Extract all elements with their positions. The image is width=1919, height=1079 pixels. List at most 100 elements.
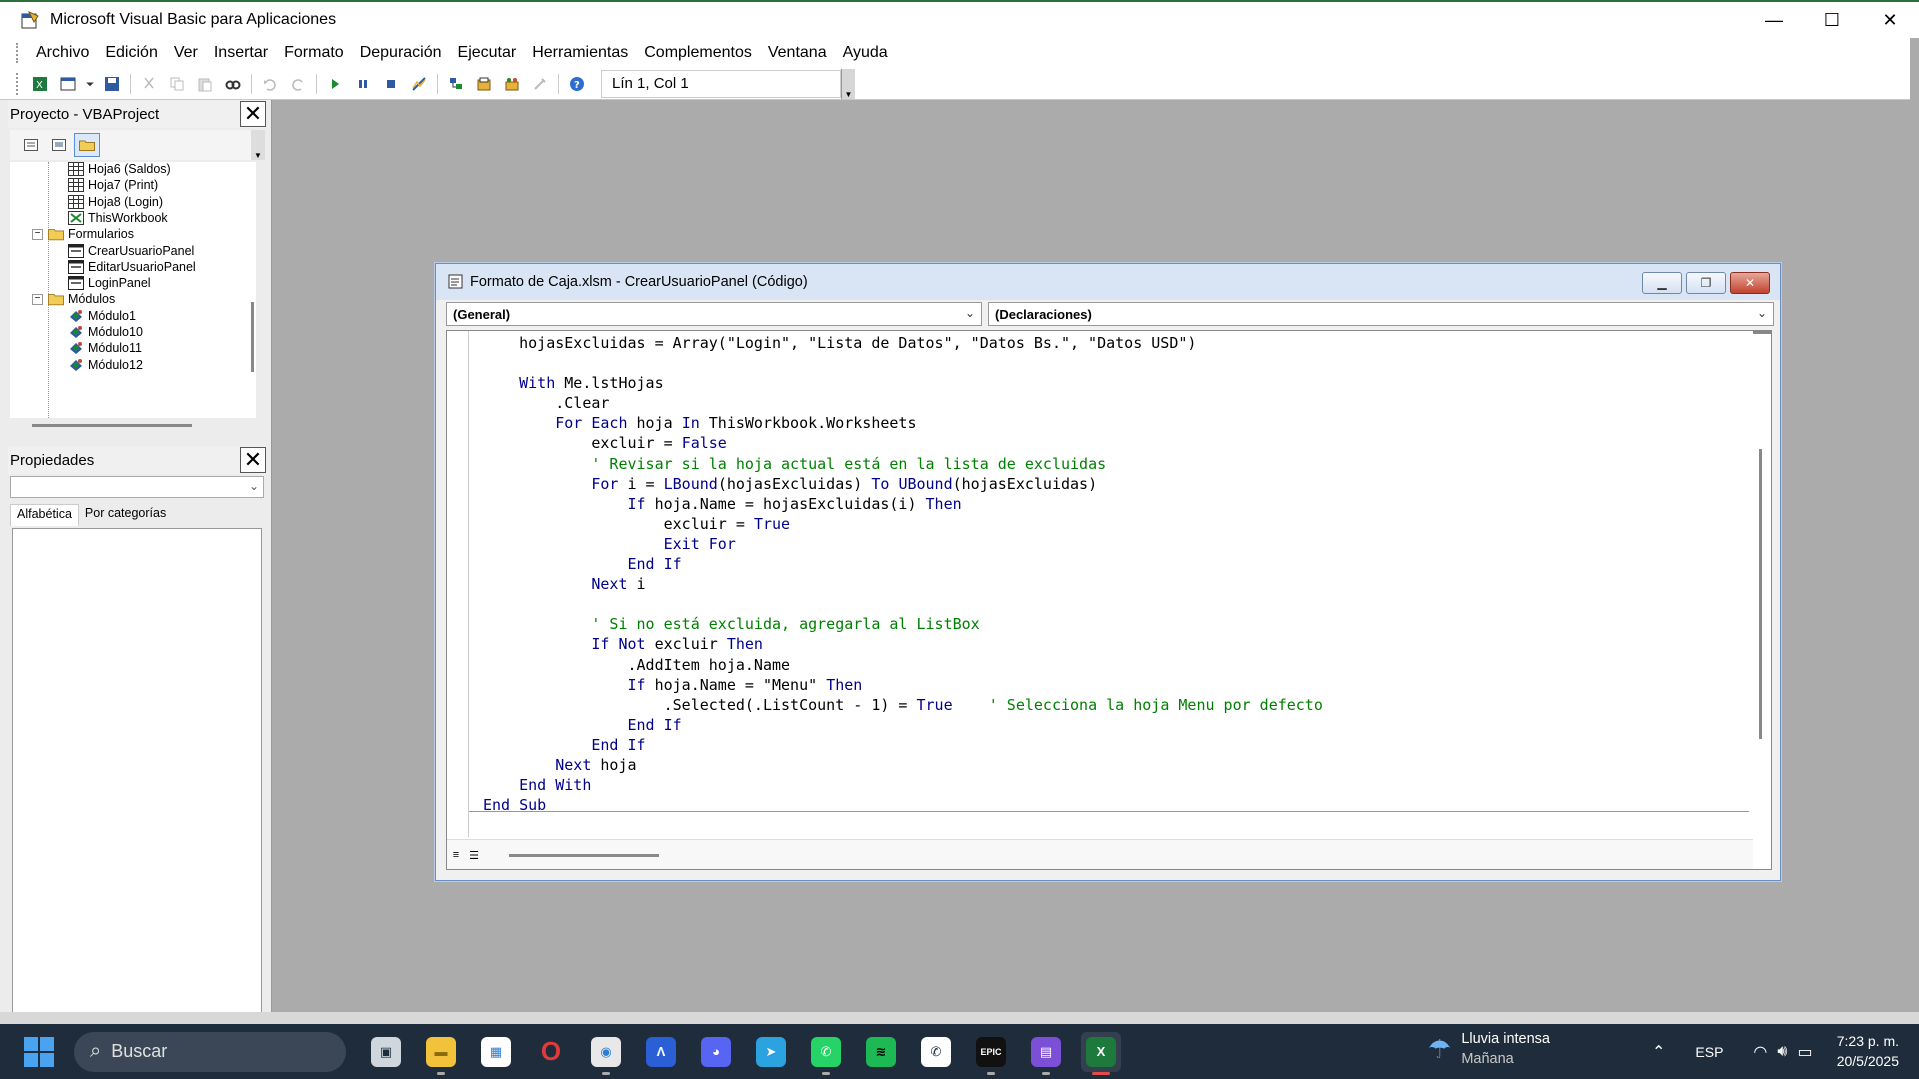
procedure-combo[interactable]: (Declaraciones) ⌄ [988, 302, 1774, 326]
close-button[interactable]: ✕ [1861, 2, 1919, 38]
menu-edicion[interactable]: Edición [97, 44, 165, 62]
menu-ayuda[interactable]: Ayuda [835, 44, 896, 62]
folder-icon [48, 227, 64, 241]
view-object-icon[interactable] [46, 133, 72, 157]
project-tree[interactable]: Hoja6 (Saldos) Hoja7 (Print) Hoja8 (Login)… [10, 162, 250, 418]
find-icon[interactable] [221, 72, 245, 96]
menu-depuracion[interactable]: Depuración [352, 44, 450, 62]
tree-node-label: Módulo11 [88, 341, 142, 356]
umbrella-icon: ☂ [1428, 1033, 1452, 1064]
toolbar-grip[interactable] [16, 72, 20, 95]
taskbar-app[interactable]: ▬ [421, 1032, 461, 1075]
run-icon[interactable] [323, 72, 347, 96]
taskbar-app[interactable]: ◕ [696, 1032, 736, 1072]
save-icon[interactable] [100, 72, 124, 96]
redo-icon[interactable] [286, 72, 310, 96]
break-icon[interactable] [351, 72, 375, 96]
chevron-down-icon: ⌄ [248, 479, 259, 493]
code-keyword: True [916, 695, 953, 714]
clock[interactable]: 7:23 p. m. 20/5/2025 [1837, 1031, 1899, 1071]
object-browser-icon[interactable] [500, 72, 524, 96]
tree-node[interactable]: Módulo12 [68, 355, 143, 375]
project-explorer-icon[interactable] [444, 72, 468, 96]
code-text[interactable]: hojasExcluidas = Array("Login", "Lista d… [483, 333, 1323, 815]
collapse-icon[interactable]: − [32, 293, 43, 305]
menu-herramientas[interactable]: Herramientas [524, 44, 636, 62]
view-excel-icon[interactable]: X [28, 72, 52, 96]
toggle-folders-icon[interactable] [74, 133, 100, 157]
collapse-icon[interactable]: − [32, 228, 43, 240]
insert-userform-icon[interactable] [56, 72, 80, 96]
taskbar-app[interactable]: ✆ [806, 1032, 846, 1075]
menu-complementos[interactable]: Complementos [636, 44, 760, 62]
chevron-up-icon[interactable]: ⌃ [1652, 1042, 1665, 1062]
taskbar-app[interactable]: ◉ [586, 1032, 626, 1075]
toolbar-options-icon[interactable]: ▼ [841, 68, 855, 99]
tree-node-label: Hoja7 (Print) [88, 178, 159, 193]
toolbox-icon[interactable] [528, 72, 552, 96]
procedure-view-icon[interactable]: ≡ [449, 848, 463, 862]
object-combo[interactable]: (General) ⌄ [446, 302, 982, 326]
taskbar-app[interactable]: ✆ [916, 1032, 956, 1072]
code-close-button[interactable]: ✕ [1730, 272, 1770, 294]
code-vscroll[interactable] [1751, 331, 1771, 837]
menu-formato[interactable]: Formato [276, 44, 352, 62]
project-panel-header: Proyecto - VBAProject ✕ [8, 100, 266, 128]
menu-ejecutar[interactable]: Ejecutar [450, 44, 525, 62]
code-minimize-button[interactable]: ▁ [1642, 272, 1682, 294]
taskbar-app[interactable]: ▤ [1026, 1032, 1066, 1075]
properties-window-icon[interactable] [472, 72, 496, 96]
excel-icon: X [1086, 1036, 1116, 1067]
project-tree-hscroll[interactable] [32, 424, 192, 427]
weather-widget[interactable]: ☂ Lluvia intensa Mañana [1428, 1029, 1550, 1069]
start-icon[interactable] [24, 1036, 54, 1067]
maximize-button[interactable]: ☐ [1803, 2, 1861, 38]
taskbar-app[interactable]: ➤ [751, 1032, 791, 1072]
design-mode-icon[interactable] [407, 72, 431, 96]
battery-icon[interactable]: ▭ [1797, 1042, 1812, 1062]
minimize-button[interactable]: — [1745, 2, 1803, 38]
project-toolbar-scroll[interactable]: ▼ [251, 130, 265, 160]
menubar-grip[interactable] [16, 43, 20, 63]
search-box[interactable]: ⌕ Buscar [74, 1031, 346, 1072]
menu-ver[interactable]: Ver [166, 44, 206, 62]
taskbar-app[interactable]: EPIC [971, 1032, 1011, 1075]
properties-close-icon[interactable]: ✕ [240, 447, 266, 473]
reset-icon[interactable] [379, 72, 403, 96]
code-hscroll[interactable]: ≡ ☰ [447, 839, 1753, 869]
taskbar-app[interactable]: O [531, 1032, 571, 1072]
taskbar-app[interactable]: X [1081, 1031, 1121, 1075]
paste-icon[interactable] [193, 72, 217, 96]
cut-icon[interactable] [137, 72, 161, 96]
copy-icon[interactable] [165, 72, 189, 96]
language-indicator[interactable]: ESP [1695, 1044, 1723, 1060]
taskbar-app[interactable]: ▣ [366, 1032, 406, 1072]
left-dock: Proyecto - VBAProject ✕ ▼ Hoja6 (Saldos)… [0, 100, 272, 1079]
view-code-icon[interactable] [18, 133, 44, 157]
tab-alfabetica[interactable]: Alfabética [10, 504, 79, 526]
help-icon[interactable]: ? [565, 72, 589, 96]
insert-dropdown-icon[interactable] [84, 72, 96, 96]
code-window-titlebar[interactable]: Formato de Caja.xlsm - CrearUsuarioPanel… [436, 264, 1780, 300]
code-restore-button[interactable]: ❐ [1686, 272, 1726, 294]
properties-object-select[interactable]: ⌄ [10, 476, 264, 498]
menu-archivo[interactable]: Archivo [28, 44, 97, 62]
wifi-icon[interactable]: ◠ [1753, 1042, 1767, 1062]
tab-por-categorias[interactable]: Por categorías [79, 504, 172, 526]
taskbar-app[interactable]: ≋ [861, 1032, 901, 1072]
volume-icon[interactable]: 🔊︎ [1777, 1043, 1787, 1061]
code-keyword: End If [627, 555, 682, 574]
indicator-margin[interactable] [447, 331, 469, 837]
menu-ventana[interactable]: Ventana [760, 44, 835, 62]
full-module-view-icon[interactable]: ☰ [467, 848, 481, 862]
project-tree-vscroll[interactable] [250, 162, 256, 418]
properties-grid[interactable] [12, 528, 262, 1079]
taskbar-app[interactable]: ▦ [476, 1032, 516, 1072]
menu-insertar[interactable]: Insertar [206, 44, 276, 62]
undo-icon[interactable] [258, 72, 282, 96]
project-close-icon[interactable]: ✕ [240, 101, 266, 127]
code-editor[interactable]: hojasExcluidas = Array("Login", "Lista d… [446, 330, 1772, 870]
code-line: .Clear [483, 393, 1323, 413]
taskbar-app[interactable]: Λ [641, 1032, 681, 1072]
